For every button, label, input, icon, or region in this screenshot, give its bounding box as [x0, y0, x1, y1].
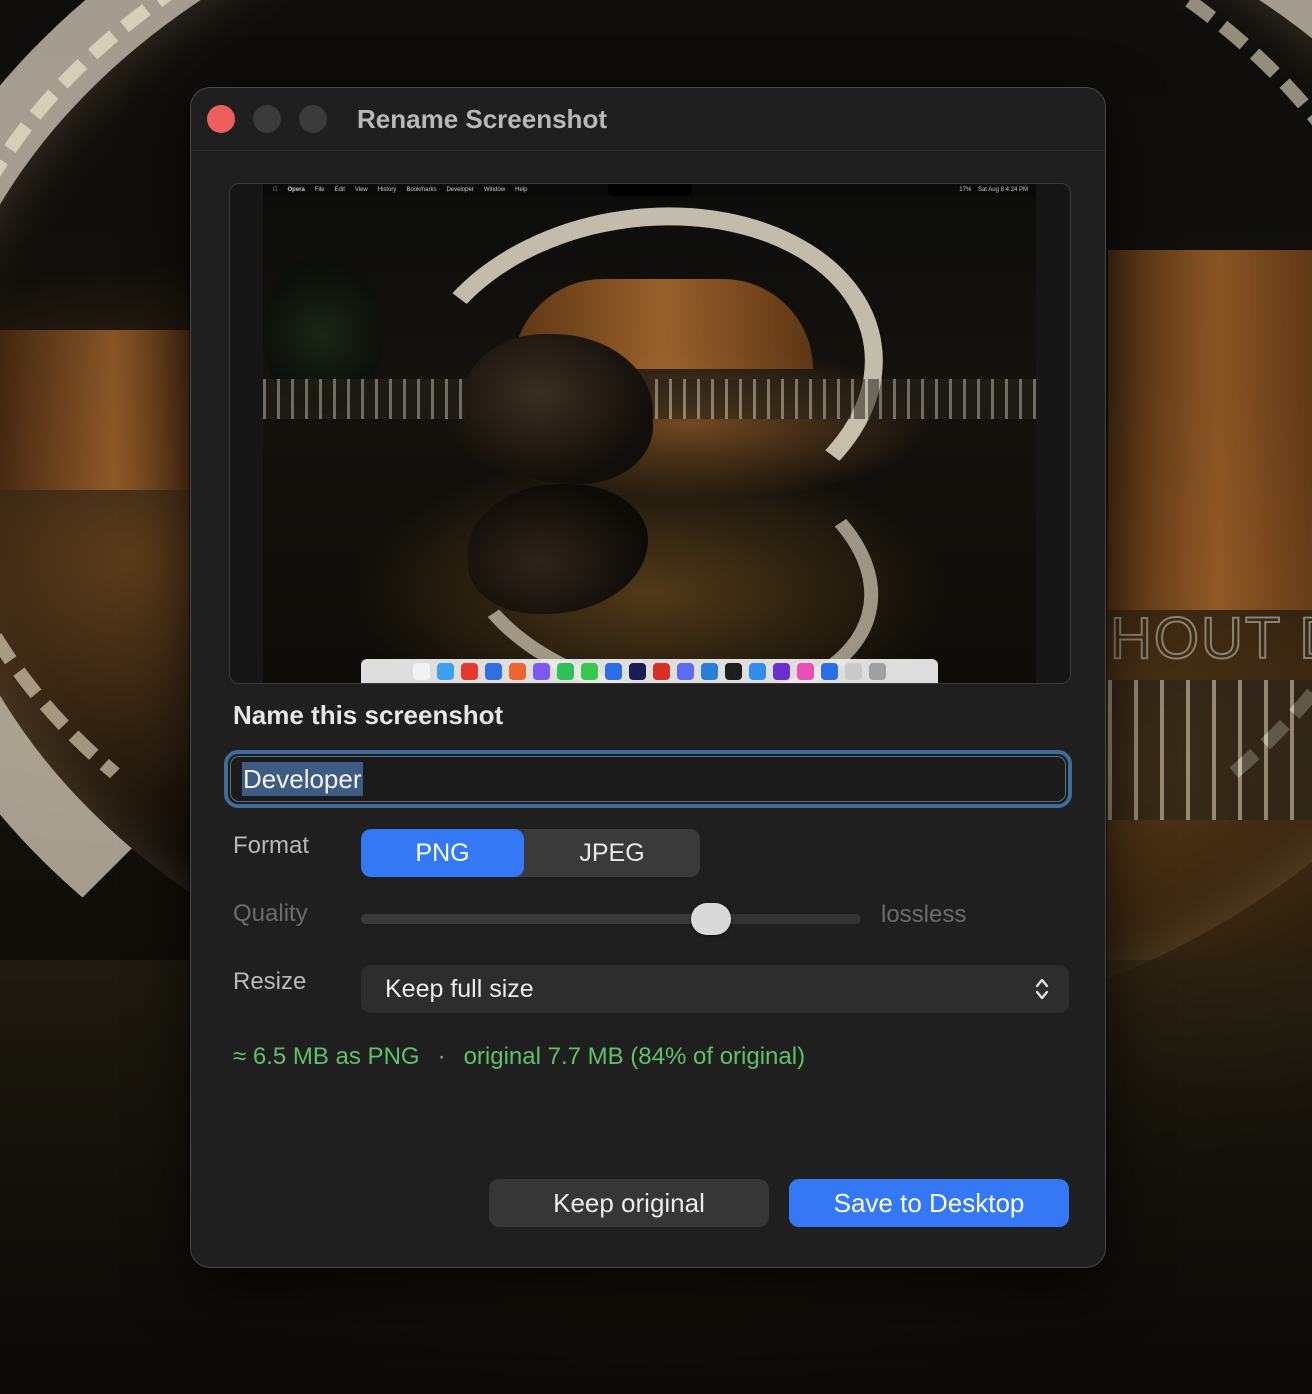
thumbnail-menu-item: Help: [510, 187, 527, 193]
dock-app-icon: [797, 662, 814, 680]
thumbnail-menu-items: Opera File Edit View History Bookmarks Develop…: [288, 187, 528, 193]
estimated-size: ≈ 6.5 MB as PNG: [233, 1043, 420, 1070]
chevron-up-down-icon: [1035, 978, 1049, 1000]
dock-app-icon: [821, 662, 838, 680]
size-separator: ·: [437, 1043, 446, 1070]
dock-app-icon: [653, 662, 670, 680]
window-title: Rename Screenshot: [357, 104, 607, 134]
dock-app-icon: [461, 662, 478, 680]
dock-app-icon: [557, 662, 574, 680]
thumbnail-status-items: 17% Sat Aug 8 4:24 PM: [959, 187, 1036, 193]
quality-slider[interactable]: [361, 903, 861, 935]
screenshot-preview:  Opera File Edit View History Bookmarks Devel…: [229, 183, 1071, 684]
dock-app-icon: [509, 662, 526, 680]
wallpaper-wood-facade-left: [0, 330, 190, 490]
screenshot-name-value[interactable]: Developer: [242, 762, 363, 796]
thumbnail-dock: [361, 659, 938, 683]
dock-app-icon: [605, 662, 622, 680]
dock-app-icon: [533, 662, 550, 680]
apple-icon: : [273, 187, 278, 193]
quality-slider-thumb[interactable]: [691, 903, 731, 935]
thumbnail-menu-item: Opera: [283, 187, 305, 193]
dock-app-icon: [845, 662, 862, 680]
resize-selected-value: Keep full size: [385, 974, 534, 1003]
thumbnail-battery: 17%: [959, 187, 972, 193]
rename-screenshot-dialog: Rename Screenshot  Opera File Edit View His…: [190, 87, 1106, 1268]
thumbnail-menu-item: File: [310, 187, 325, 193]
dock-app-icon: [869, 662, 886, 680]
wallpaper-building-windows: [1108, 680, 1312, 820]
thumbnail-menu-item: Edit: [330, 187, 345, 193]
close-window-button[interactable]: [207, 105, 235, 133]
keep-original-button[interactable]: Keep original: [489, 1179, 769, 1227]
quality-slider-fill: [361, 914, 711, 924]
wallpaper-wood-facade-right: [1108, 250, 1312, 610]
thumbnail-notch: [608, 184, 692, 196]
dock-app-icon: [413, 662, 430, 680]
zoom-window-button[interactable]: [299, 105, 327, 133]
thumbnail-menu-item: Window: [479, 187, 505, 193]
thumbnail-menu-item: View: [350, 187, 368, 193]
minimize-window-button[interactable]: [253, 105, 281, 133]
screenshot-thumbnail:  Opera File Edit View History Bookmarks Devel…: [263, 184, 1036, 683]
file-size-info: ≈ 6.5 MB as PNG · original 7.7 MB (84% of …: [233, 1043, 805, 1071]
format-segmented-control[interactable]: PNG JPEG: [361, 829, 700, 877]
format-option-jpeg[interactable]: JPEG: [524, 829, 700, 877]
thumbnail-clock: Sat Aug 8 4:24 PM: [977, 187, 1028, 193]
resize-select[interactable]: Keep full size: [361, 965, 1069, 1013]
wallpaper-building-sign: HOUT DE: [1109, 605, 1312, 672]
thumbnail-menu-item: History: [373, 187, 397, 193]
dock-app-icon: [701, 662, 718, 680]
dock-app-icon: [725, 662, 742, 680]
format-label: Format: [233, 832, 310, 859]
dock-app-icon: [629, 662, 646, 680]
dock-app-icon: [437, 662, 454, 680]
screenshot-name-input[interactable]: Developer: [224, 750, 1072, 808]
original-size: original 7.7 MB (84% of original): [463, 1043, 806, 1070]
name-heading: Name this screenshot: [233, 700, 504, 730]
dock-app-icon: [749, 662, 766, 680]
quality-label: Quality: [233, 900, 308, 927]
resize-label: Resize: [233, 968, 307, 995]
title-bar: Rename Screenshot: [191, 88, 1105, 151]
quality-value: lossless: [881, 901, 967, 928]
thumbnail-menu-item: Bookmarks: [401, 187, 436, 193]
dock-app-icon: [677, 662, 694, 680]
thumbnail-menu-item: Developer: [441, 187, 473, 193]
dock-app-icon: [773, 662, 790, 680]
dock-app-icon: [485, 662, 502, 680]
save-to-desktop-button[interactable]: Save to Desktop: [789, 1179, 1069, 1227]
format-option-png[interactable]: PNG: [361, 829, 524, 877]
dock-app-icon: [581, 662, 598, 680]
